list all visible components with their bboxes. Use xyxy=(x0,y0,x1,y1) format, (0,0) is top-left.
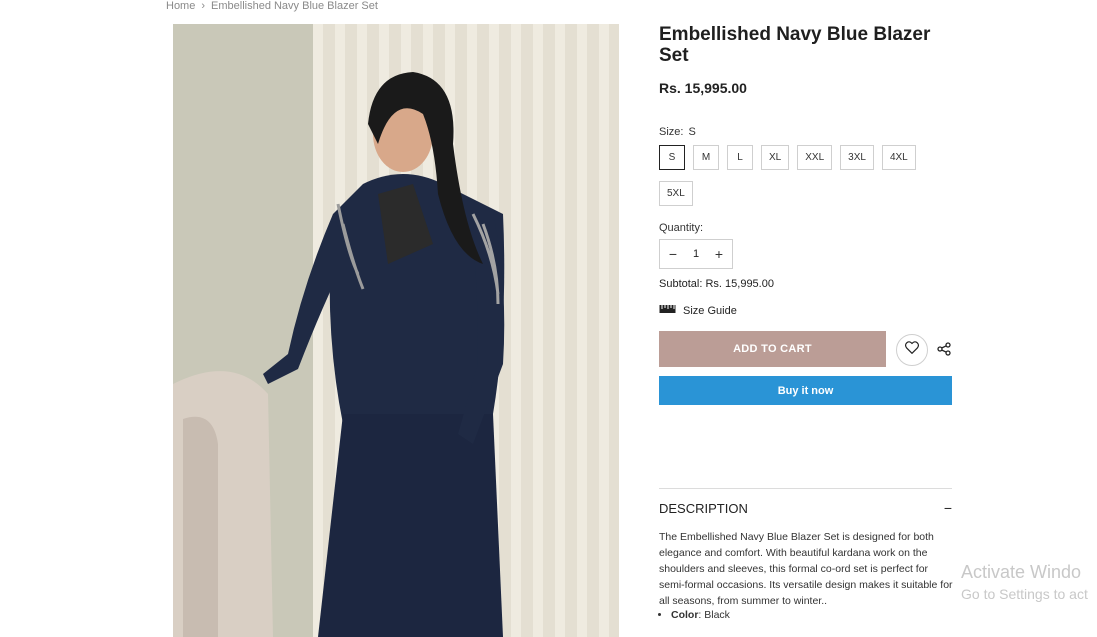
size-guide-link[interactable]: Size Guide xyxy=(659,304,737,317)
description-list: Color: Black xyxy=(669,609,730,621)
quantity-stepper: − 1 + xyxy=(659,239,733,269)
watermark-line-1: Activate Windo xyxy=(961,562,1082,582)
description-divider xyxy=(659,488,952,489)
quantity-increase-button[interactable]: + xyxy=(712,246,726,262)
description-title: DESCRIPTION xyxy=(659,500,748,516)
buy-now-button[interactable]: Buy it now xyxy=(659,376,952,405)
quantity-input[interactable]: 1 xyxy=(693,248,699,260)
quantity-label: Quantity: xyxy=(659,222,704,234)
wishlist-button[interactable] xyxy=(896,334,928,366)
size-options-row-1: S M L XL XXL 3XL 4XL xyxy=(659,145,916,170)
size-option-xxl[interactable]: XXL xyxy=(797,145,833,170)
size-guide-label: Size Guide xyxy=(683,304,737,317)
quantity-decrease-button[interactable]: − xyxy=(666,246,680,262)
breadcrumb-current: Embellished Navy Blue Blazer Set xyxy=(211,0,378,12)
size-option-4xl[interactable]: 4XL xyxy=(881,145,916,170)
size-label-text: Size: xyxy=(659,126,684,138)
size-option-5xl[interactable]: 5XL xyxy=(659,181,693,206)
color-key: Color xyxy=(671,609,699,621)
collapse-icon[interactable]: − xyxy=(944,500,952,516)
description-text: The Embellished Navy Blue Blazer Set is … xyxy=(659,531,953,607)
product-title: Embellished Navy Blue Blazer Set xyxy=(659,24,931,66)
size-option-xl[interactable]: XL xyxy=(761,145,790,170)
size-options-row-2: 5XL xyxy=(659,181,693,206)
subtotal-text: Subtotal: Rs. 15,995.00 xyxy=(659,278,774,290)
windows-activation-watermark: Activate Windo Go to Settings to act xyxy=(961,562,1088,602)
add-to-cart-button[interactable]: ADD TO CART xyxy=(659,331,886,367)
product-price: Rs. 15,995.00 xyxy=(659,80,747,96)
size-option-s[interactable]: S xyxy=(659,145,685,170)
product-image[interactable] xyxy=(173,24,619,637)
color-value: : Black xyxy=(698,609,730,621)
share-button[interactable] xyxy=(937,342,953,358)
selected-size-text: S xyxy=(688,126,696,138)
size-option-l[interactable]: L xyxy=(727,145,753,170)
heart-icon xyxy=(905,341,919,359)
breadcrumb: Home › Embellished Navy Blue Blazer Set xyxy=(166,0,378,12)
breadcrumb-home[interactable]: Home xyxy=(166,0,195,12)
watermark-line-2: Go to Settings to act xyxy=(961,586,1088,602)
description-header[interactable]: DESCRIPTION − xyxy=(659,500,952,516)
size-option-m[interactable]: M xyxy=(693,145,719,170)
ruler-icon xyxy=(659,304,676,317)
size-label: Size: S xyxy=(659,126,696,138)
product-info: Embellished Navy Blue Blazer Set Rs. 15,… xyxy=(659,24,953,621)
breadcrumb-separator: › xyxy=(201,0,206,12)
product-photo xyxy=(173,24,619,637)
share-icon xyxy=(937,342,951,360)
size-option-3xl[interactable]: 3XL xyxy=(840,145,874,170)
list-item: Color: Black xyxy=(671,609,730,621)
